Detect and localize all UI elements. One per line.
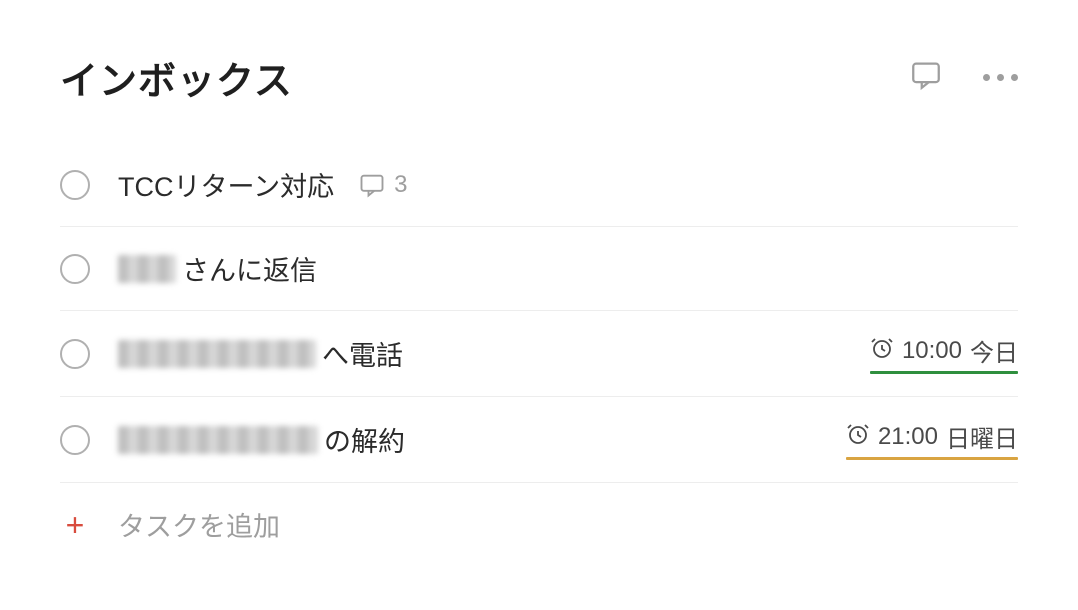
redacted-text xyxy=(118,340,316,368)
header-actions xyxy=(909,58,1018,97)
task-checkbox[interactable] xyxy=(60,425,90,455)
due-time: 10:00 xyxy=(902,337,962,365)
task-title-text: さんに返信 xyxy=(182,249,317,288)
due-date: 21:00 日曜日 xyxy=(846,419,1018,460)
task-row[interactable]: へ電話 10:00 今日 xyxy=(60,311,1018,397)
task-title-text: へ電話 xyxy=(322,334,403,373)
more-icon[interactable] xyxy=(983,74,1018,81)
task-row[interactable]: の解約 21:00 日曜日 xyxy=(60,397,1018,483)
comment-icon xyxy=(358,171,386,199)
due-time: 21:00 xyxy=(878,423,938,451)
task-checkbox[interactable] xyxy=(60,254,90,284)
due-date: 10:00 今日 xyxy=(870,333,1018,374)
due-underline xyxy=(846,457,1018,460)
comments-icon[interactable] xyxy=(909,58,943,97)
comment-badge[interactable]: 3 xyxy=(358,171,407,199)
task-title-text: の解約 xyxy=(324,420,405,459)
task-row[interactable]: TCCリターン対応 3 xyxy=(60,143,1018,227)
comment-count: 3 xyxy=(394,171,407,199)
redacted-text xyxy=(118,426,318,454)
add-task-button[interactable]: + タスクを追加 xyxy=(60,483,1018,566)
task-checkbox[interactable] xyxy=(60,339,90,369)
due-underline xyxy=(870,371,1018,374)
task-title: の解約 xyxy=(118,420,846,459)
task-title-text: TCCリターン対応 xyxy=(118,165,334,204)
task-checkbox[interactable] xyxy=(60,170,90,200)
task-title: TCCリターン対応 3 xyxy=(118,165,1018,204)
task-title: へ電話 xyxy=(118,334,870,373)
alarm-icon xyxy=(846,422,870,451)
task-list: TCCリターン対応 3 さんに返信 xyxy=(60,143,1018,566)
task-title: さんに返信 xyxy=(118,249,1018,288)
header: インボックス xyxy=(60,50,1018,105)
page-title: インボックス xyxy=(60,50,293,105)
due-day: 日曜日 xyxy=(946,419,1018,454)
add-task-label: タスクを追加 xyxy=(118,505,280,544)
redacted-text xyxy=(118,255,176,283)
task-row[interactable]: さんに返信 xyxy=(60,227,1018,311)
alarm-icon xyxy=(870,336,894,365)
plus-icon: + xyxy=(60,510,90,540)
due-day: 今日 xyxy=(970,333,1018,368)
